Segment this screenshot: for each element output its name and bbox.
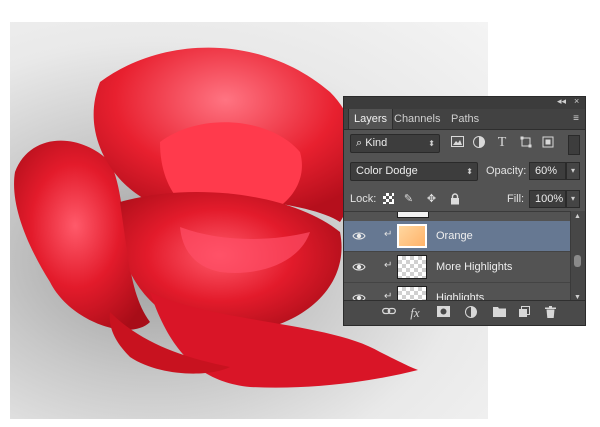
delete-layer-icon[interactable] (543, 306, 557, 320)
new-layer-icon[interactable] (517, 306, 531, 320)
clipping-mask-arrow-icon: ↵ (384, 260, 393, 271)
chevron-updown-icon: ⬍ (466, 167, 473, 176)
type-filter-icon[interactable]: T (495, 136, 509, 150)
eye-visibility-icon[interactable] (352, 229, 366, 243)
lock-row: Lock: ✎ ✥ Fill: 100% ▾ (344, 190, 585, 210)
layer-row-more-highlights[interactable]: ↵ More Highlights (344, 252, 571, 283)
link-layers-icon[interactable] (382, 306, 396, 320)
blend-mode-value: Color Dodge (356, 165, 418, 177)
layer-thumbnail-more-highlights[interactable] (397, 255, 427, 279)
scroll-up-arrow-icon[interactable]: ▲ (574, 213, 581, 220)
layer-row-orange[interactable]: ↵ Orange (344, 221, 571, 252)
partial-layer-thumbnail (397, 212, 429, 218)
layers-panel: ◂◂ × Layers Channels Paths ≡ ⌕ Kind ⬍ T … (343, 96, 586, 326)
opacity-slider-button[interactable]: ▾ (566, 162, 580, 180)
panel-menu-icon[interactable]: ≡ (573, 113, 579, 124)
fill-label: Fill: (507, 193, 525, 205)
panel-title-strip: ◂◂ × (344, 96, 585, 109)
adjustment-layer-icon[interactable] (464, 306, 478, 320)
layers-bottom-toolbar: fx (344, 300, 585, 325)
lock-image-pixels-icon[interactable]: ✎ (402, 193, 415, 206)
adjustment-filter-icon[interactable] (472, 136, 486, 150)
layers-scrollbar[interactable]: ▲ ▼ (570, 211, 585, 303)
layer-mask-icon[interactable] (436, 306, 450, 320)
lock-transparent-pixels-icon[interactable] (382, 193, 395, 206)
clipping-mask-arrow-icon: ↵ (384, 229, 393, 240)
layer-thumbnail-orange[interactable] (397, 224, 427, 248)
blend-mode-dropdown[interactable]: Color Dodge ⬍ (350, 162, 478, 181)
fill-input[interactable]: 100% (529, 190, 566, 208)
collapse-panel-icon[interactable]: ◂◂ (557, 96, 566, 107)
blend-row: Color Dodge ⬍ Opacity: 60% ▾ (344, 162, 585, 184)
tab-paths[interactable]: Paths (446, 109, 484, 129)
lock-position-icon[interactable]: ✥ (425, 193, 438, 206)
layer-style-fx-icon[interactable]: fx (408, 306, 422, 320)
kind-filter-dropdown[interactable]: ⌕ Kind ⬍ (350, 134, 440, 153)
panel-tab-bar: Layers Channels Paths ≡ (344, 109, 585, 130)
chevron-updown-icon: ⬍ (428, 139, 435, 148)
opacity-label: Opacity: (486, 165, 527, 177)
smart-object-filter-icon[interactable] (541, 136, 555, 150)
tab-channels[interactable]: Channels (389, 109, 445, 129)
filter-row: ⌕ Kind ⬍ T (344, 134, 585, 156)
lock-all-icon[interactable] (448, 193, 461, 206)
fill-slider-button[interactable]: ▾ (566, 190, 580, 208)
opacity-input[interactable]: 60% (529, 162, 566, 180)
image-filter-icon[interactable] (450, 136, 464, 150)
layer-name[interactable]: More Highlights (436, 261, 512, 273)
new-group-icon[interactable] (492, 306, 506, 320)
tab-layers[interactable]: Layers (348, 109, 394, 129)
close-panel-icon[interactable]: × (574, 96, 579, 106)
eye-visibility-icon[interactable] (352, 260, 366, 274)
layers-list: ↵ Orange ↵ More Highlights ↵ Highlights (344, 211, 571, 304)
shape-filter-icon[interactable] (519, 136, 533, 150)
scrollbar-thumb[interactable] (574, 255, 581, 267)
kind-filter-label: Kind (365, 137, 388, 149)
search-icon: ⌕ (356, 137, 363, 149)
lock-label: Lock: (350, 193, 377, 205)
filter-toggle-switch[interactable] (568, 135, 580, 155)
layer-name[interactable]: Orange (436, 230, 473, 242)
